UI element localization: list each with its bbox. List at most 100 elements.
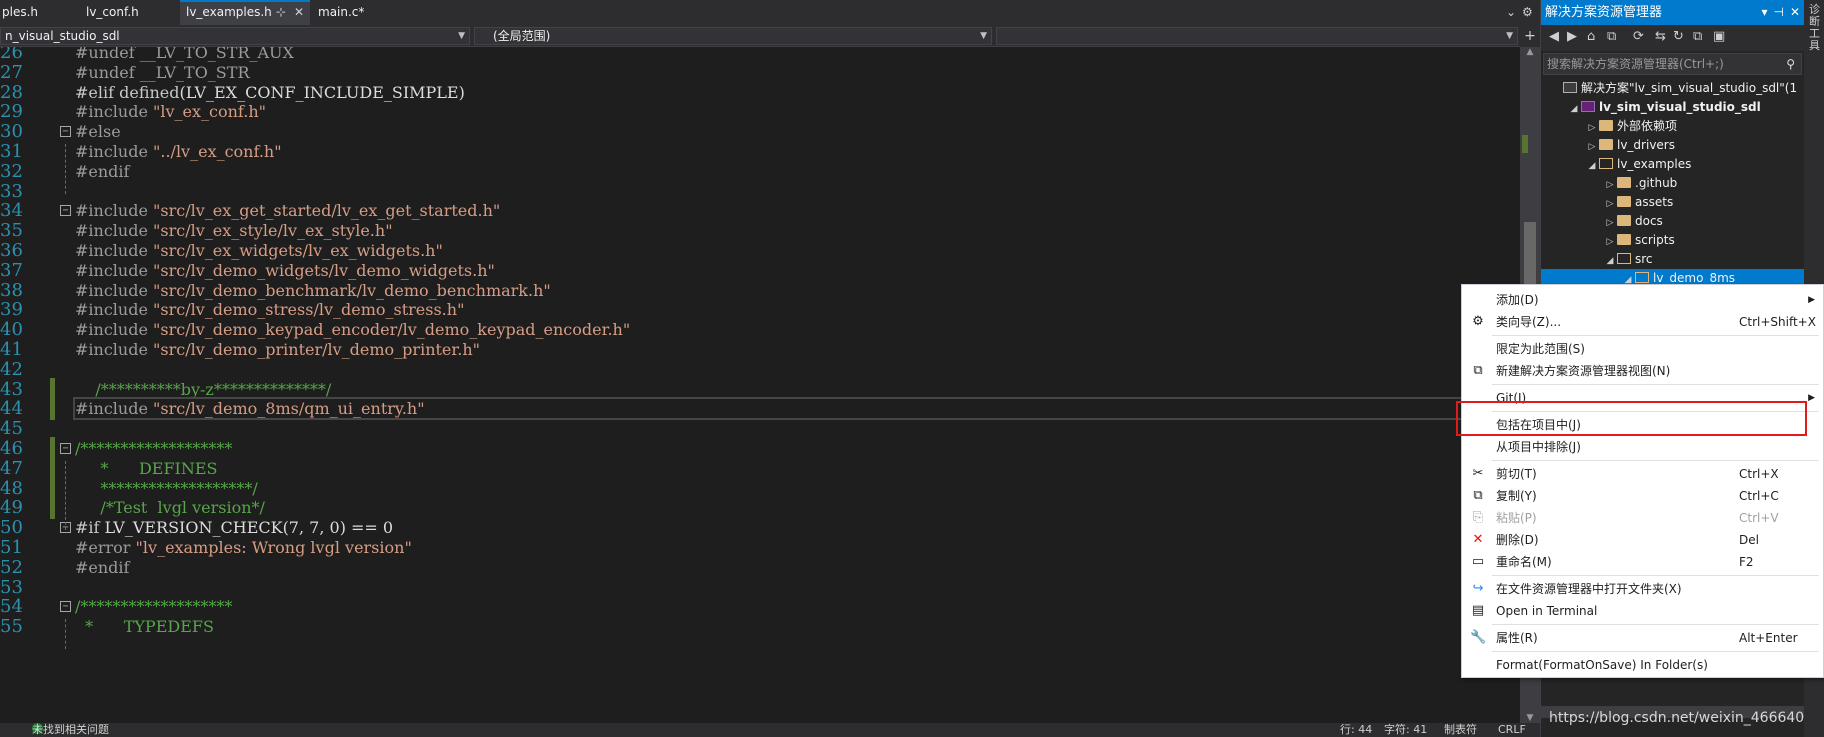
scroll-down-icon[interactable]: ▼ xyxy=(1520,713,1540,723)
collapse-icon[interactable]: − xyxy=(60,205,71,217)
tree-item[interactable]: ▷ lv_drivers xyxy=(1543,136,1802,155)
diagnostics-tool-tab[interactable]: 诊断工具 xyxy=(1809,4,1821,52)
code-token: LV_VERSION_CHECK(7, 7, 0) == 0 xyxy=(104,518,394,538)
tab-ples-h[interactable]: ples.h xyxy=(0,0,70,25)
menu-item[interactable]: Format(FormatOnSave) In Folder(s) xyxy=(1462,654,1823,676)
pin-icon[interactable]: ⊹ xyxy=(276,2,286,23)
tree-item-label: src xyxy=(1635,252,1653,266)
collapse-icon[interactable]: − xyxy=(60,601,71,613)
tree-item-label: .github xyxy=(1635,176,1678,190)
menu-item-label: 删除(D) xyxy=(1496,533,1539,547)
home-icon[interactable]: ⌂ xyxy=(1587,29,1595,44)
menu-separator xyxy=(1492,335,1819,336)
collapse-icon[interactable]: − xyxy=(60,126,71,138)
code-token: "src/lv_ex_widgets/lv_ex_widgets.h" xyxy=(153,241,443,260)
menu-item-label: 重命名(M) xyxy=(1496,555,1552,569)
refresh-icon[interactable]: ↻ xyxy=(1673,29,1684,44)
menu-item[interactable]: ✕ 删除(D) Del xyxy=(1462,529,1823,551)
line-indicator[interactable]: 行: 44 xyxy=(1340,723,1372,737)
menu-item-label: Open in Terminal xyxy=(1496,604,1598,618)
pin-icon[interactable]: ⊣ xyxy=(1773,5,1783,19)
project-icon xyxy=(1581,101,1595,112)
tabs-indicator[interactable]: 制表符 xyxy=(1444,723,1477,737)
menu-item[interactable]: ▤ Open in Terminal xyxy=(1462,600,1823,622)
split-editor-icon[interactable]: + xyxy=(1520,25,1540,47)
menu-separator xyxy=(1492,384,1819,385)
tree-item-label: assets xyxy=(1635,195,1674,209)
collapse-icon[interactable]: − xyxy=(60,443,71,454)
menu-item[interactable]: ⧉ 复制(Y) Ctrl+C xyxy=(1462,485,1823,507)
code-token: "../lv_ex_conf.h" xyxy=(153,142,282,161)
change-marker xyxy=(1522,135,1528,153)
code-token: #if xyxy=(75,518,105,538)
sync-icon[interactable]: ⇆ xyxy=(1655,29,1666,44)
solution-search-input[interactable]: 搜索解决方案资源管理器(Ctrl+;) ⚲ xyxy=(1543,53,1802,75)
submenu-arrow-icon: ▶ xyxy=(1808,393,1815,403)
show-all-files-icon[interactable]: ▣ xyxy=(1713,29,1725,44)
menu-item[interactable]: ⚙ 类向导(Z)... Ctrl+Shift+X xyxy=(1462,311,1823,333)
code-line[interactable]: 55 * TYPEDEFS xyxy=(0,615,1520,638)
code-token: "src/lv_demo_printer/lv_demo_printer.h" xyxy=(153,340,481,359)
solution-explorer-toolbar: ◀ ▶ ⌂ ⧉ ⟳ ⇆ ↻ ⧉ ▣ xyxy=(1541,25,1804,51)
back-icon[interactable]: ◀ xyxy=(1549,29,1559,44)
scope-dropdown[interactable]: (全局范围) ▼ xyxy=(474,27,992,45)
chevron-down-icon: ▼ xyxy=(458,31,465,41)
menu-item[interactable]: ↪ 在文件资源管理器中打开文件夹(X) xyxy=(1462,578,1823,600)
menu-item[interactable]: ⧉ 新建解决方案资源管理器视图(N) xyxy=(1462,360,1823,382)
menu-item-icon: ▭ xyxy=(1471,554,1485,569)
tree-item[interactable]: ◢ lv_sim_visual_studio_sdl xyxy=(1543,98,1802,117)
scroll-up-icon[interactable]: ▲ xyxy=(1520,47,1540,57)
close-icon[interactable]: ✕ xyxy=(1790,5,1800,19)
tab-main-c[interactable]: main.c* xyxy=(316,0,396,25)
menu-item-label: 在文件资源管理器中打开文件夹(X) xyxy=(1496,582,1682,596)
tree-item[interactable]: ▷ .github xyxy=(1543,174,1802,193)
tab-list-dropdown-icon[interactable]: ⌄ xyxy=(1506,5,1516,19)
tab-lv-examples-h[interactable]: lv_examples.h ⊹ ✕ xyxy=(180,0,310,25)
tree-item-label: lv_drivers xyxy=(1617,138,1675,152)
tab-lv-conf-h[interactable]: lv_conf.h xyxy=(84,0,174,25)
menu-item[interactable]: 添加(D) ▶ xyxy=(1462,289,1823,311)
tree-item[interactable]: ◢ src xyxy=(1543,250,1802,269)
menu-item-icon: 🔧 xyxy=(1470,630,1487,645)
forward-icon[interactable]: ▶ xyxy=(1567,29,1577,44)
menu-item[interactable]: 限定为此范围(S) xyxy=(1462,338,1823,360)
context-menu: 添加(D) ▶ ⚙ 类向导(Z)... Ctrl+Shift+X 限定为此范围(S) ⧉ 新建… xyxy=(1461,284,1824,678)
gear-icon[interactable]: ⚙ xyxy=(1522,5,1533,19)
code-token: #error xyxy=(75,538,136,557)
tree-item[interactable]: ▷ assets xyxy=(1543,193,1802,212)
code-token: *******************/ xyxy=(75,478,258,498)
collapse-all-icon[interactable]: ⧉ xyxy=(1693,29,1702,44)
line-number: 55 xyxy=(0,616,23,638)
tree-item[interactable]: ◢ lv_examples xyxy=(1543,155,1802,174)
fold-guide xyxy=(65,144,66,194)
menu-item[interactable]: 从项目中排除(J) xyxy=(1462,436,1823,458)
highlight-annotation xyxy=(1456,401,1807,436)
menu-item[interactable]: 🔧 属性(R) Alt+Enter xyxy=(1462,627,1823,649)
menu-item-shortcut: Ctrl+V xyxy=(1739,511,1779,525)
tree-item[interactable]: ▷ 外部依赖项 xyxy=(1543,117,1802,136)
tree-item[interactable]: 解决方案"lv_sim_visual_studio_sdl"(1 xyxy=(1543,79,1802,98)
dropdown-icon[interactable]: ▾ xyxy=(1761,5,1767,19)
menu-item-label: 类向导(Z)... xyxy=(1496,315,1562,329)
folder-icon xyxy=(1617,234,1631,245)
eol-indicator[interactable]: CRLF xyxy=(1498,723,1526,737)
project-dropdown[interactable]: n_visual_studio_sdl ▼ xyxy=(0,27,470,45)
menu-item-icon: ⎘ xyxy=(1472,510,1484,525)
tree-item[interactable]: ▷ docs xyxy=(1543,212,1802,231)
menu-item[interactable]: ✂ 剪切(T) Ctrl+X xyxy=(1462,463,1823,485)
code-editor[interactable]: 26 #undef __LV_TO_STR_AUX 27 #undef __LV_TO… xyxy=(0,47,1520,723)
tree-item[interactable]: ▷ scripts xyxy=(1543,231,1802,250)
switch-view-icon[interactable]: ⧉ xyxy=(1607,29,1616,44)
menu-item[interactable]: ▭ 重命名(M) F2 xyxy=(1462,551,1823,573)
menu-item-shortcut: Del xyxy=(1739,533,1759,547)
history-icon[interactable]: ⟳ xyxy=(1633,29,1644,44)
char-indicator[interactable]: 字符: 41 xyxy=(1384,723,1427,737)
code-token: "lv_ex_conf.h" xyxy=(153,102,267,122)
close-icon[interactable]: ✕ xyxy=(294,2,304,23)
fold-guide xyxy=(65,460,66,531)
code-token: #undef __LV_TO_STR_AUX xyxy=(75,47,294,62)
menu-item-shortcut: Ctrl+Shift+X xyxy=(1739,315,1816,329)
member-dropdown[interactable]: ▼ xyxy=(996,27,1518,45)
tree-item-label: lv_examples xyxy=(1617,157,1692,171)
search-icon[interactable]: ⚲ xyxy=(1786,54,1795,74)
